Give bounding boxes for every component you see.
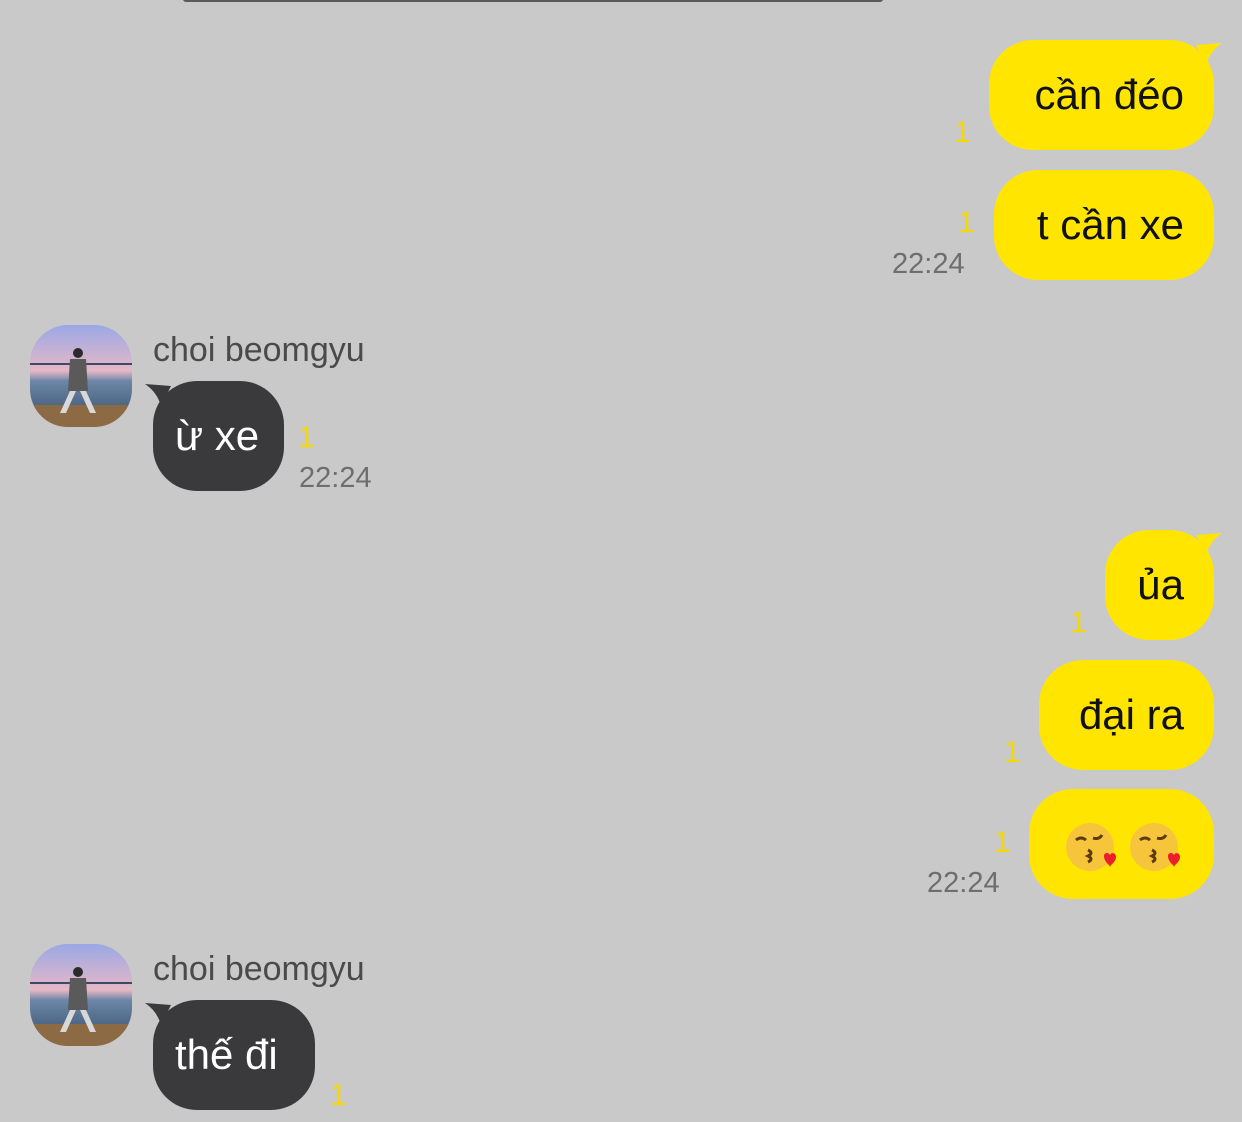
unread-count: 1 (298, 421, 315, 454)
face-blowing-a-kiss-icon (1130, 822, 1180, 871)
sender-avatar[interactable] (30, 325, 132, 427)
message-text: ủa (1137, 561, 1184, 608)
sender-name: choi beomgyu (153, 950, 365, 988)
my-message-bubble[interactable] (1029, 789, 1214, 899)
unread-count: 1 (994, 826, 1011, 859)
message-timestamp: 22:24 (299, 462, 372, 494)
message-timestamp: 22:24 (892, 248, 965, 280)
avatar-image (30, 325, 132, 427)
sender-name: choi beomgyu (153, 331, 365, 369)
face-blowing-a-kiss-icon (1066, 822, 1116, 871)
message-text: ừ xe (175, 412, 260, 459)
message-text: thế đi (175, 1031, 278, 1078)
their-message-bubble[interactable]: ừ xe (153, 381, 284, 491)
message-text: cần đéo (1034, 71, 1184, 118)
unread-count: 1 (954, 116, 971, 149)
bubble-tail (1196, 533, 1222, 555)
sender-avatar[interactable] (30, 944, 132, 1046)
my-message-bubble[interactable]: cần đéo (989, 40, 1214, 150)
message-text: t cần xe (1036, 201, 1184, 248)
message-text: đại ra (1078, 691, 1184, 738)
unread-count: 1 (958, 206, 975, 239)
their-message-bubble[interactable]: thế đi (153, 1000, 315, 1110)
avatar-image (30, 944, 132, 1046)
bubble-tail (1196, 43, 1222, 65)
unread-count: 1 (1070, 606, 1087, 639)
my-message-bubble[interactable]: đại ra (1039, 660, 1214, 770)
my-message-bubble[interactable]: t cần xe (994, 170, 1214, 280)
unread-count: 1 (1004, 736, 1021, 769)
message-timestamp: 22:24 (927, 867, 1000, 899)
unread-count: 1 (330, 1079, 347, 1112)
top-divider (183, 0, 883, 2)
